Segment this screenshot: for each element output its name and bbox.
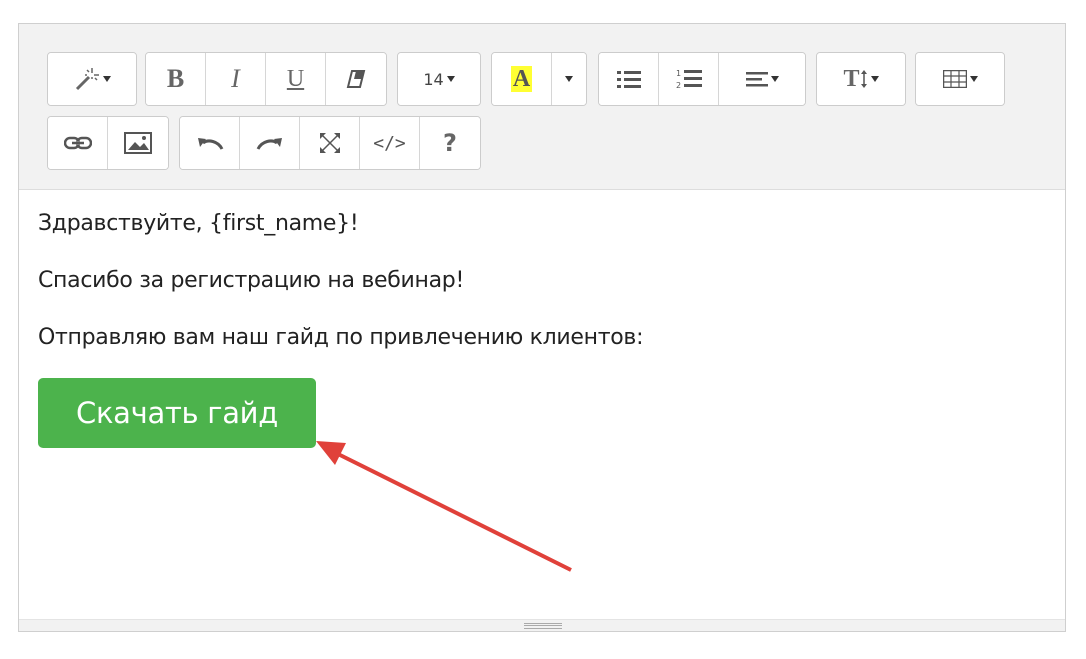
help-icon: ? <box>443 129 457 157</box>
code-view-button[interactable]: </> <box>360 117 420 169</box>
ordered-list-button[interactable]: 1 2 <box>659 53 719 105</box>
font-color-button[interactable]: A <box>492 53 552 105</box>
numbered-list-icon: 1 2 <box>676 69 702 90</box>
underline-icon: U <box>286 65 305 92</box>
table-icon <box>942 70 967 88</box>
svg-text:1: 1 <box>676 69 681 78</box>
greeting-text: Здравствуйте, {first_name}! <box>38 211 359 236</box>
image-icon <box>124 132 152 154</box>
align-left-icon <box>745 72 768 87</box>
code-icon: </> <box>373 132 406 154</box>
fullscreen-button[interactable] <box>300 117 360 169</box>
resize-grip-icon[interactable] <box>524 623 562 629</box>
unordered-list-button[interactable] <box>599 53 659 105</box>
redo-icon <box>256 138 282 150</box>
help-button[interactable]: ? <box>420 117 480 169</box>
editor-content-area[interactable]: Здравствуйте, {first_name}! Спасибо за р… <box>19 191 1065 619</box>
redo-button[interactable] <box>240 117 300 169</box>
thanks-text: Спасибо за регистрацию на вебинар! <box>38 268 464 293</box>
font-style-group: B I U <box>145 52 387 106</box>
editor-resize-bar[interactable] <box>19 619 1065 631</box>
rich-text-editor: B I U 14 A 1 2 T </> ? Здравствуйте, {fi… <box>18 23 1066 632</box>
table-dropdown[interactable] <box>916 53 1004 105</box>
eraser-icon <box>346 70 366 88</box>
undo-button[interactable] <box>180 117 240 169</box>
magic-wand-style-button[interactable] <box>48 53 136 105</box>
chevron-down-icon <box>969 76 978 82</box>
vertical-arrows-icon <box>860 70 867 88</box>
underline-button[interactable]: U <box>266 53 326 105</box>
chevron-down-icon <box>565 76 573 82</box>
text-height-group: T <box>816 52 906 106</box>
chevron-down-icon <box>870 76 879 82</box>
align-dropdown[interactable] <box>719 53 805 105</box>
font-color-dropdown[interactable] <box>552 53 586 105</box>
fullscreen-icon <box>319 133 340 153</box>
italic-button[interactable]: I <box>206 53 266 105</box>
bullet-list-icon <box>616 71 641 88</box>
bold-icon: B <box>166 64 185 93</box>
color-group: A <box>491 52 587 106</box>
style-group <box>47 52 137 106</box>
text-height-icon: T <box>843 65 860 92</box>
link-icon <box>63 136 92 150</box>
chevron-down-icon <box>770 76 779 82</box>
paragraph-group: 1 2 <box>598 52 806 106</box>
magic-wand-icon <box>75 68 99 91</box>
undo-icon <box>197 138 223 150</box>
svg-text:2: 2 <box>676 81 681 90</box>
bold-button[interactable]: B <box>146 53 206 105</box>
insert-image-button[interactable] <box>108 117 168 169</box>
history-group: </> ? <box>179 116 481 170</box>
chevron-down-icon <box>446 76 455 82</box>
editor-toolbar: B I U 14 A 1 2 T </> ? <box>19 24 1065 190</box>
chevron-down-icon <box>102 76 111 82</box>
font-size-value: 14 <box>423 69 444 89</box>
font-color-icon: A <box>510 66 533 92</box>
download-guide-button[interactable]: Скачать гайд <box>38 378 316 448</box>
clear-format-button[interactable] <box>326 53 386 105</box>
guide-text: Отправляю вам наш гайд по привлечению кл… <box>38 325 644 350</box>
line-height-dropdown[interactable]: T <box>817 53 905 105</box>
font-size-dropdown[interactable]: 14 <box>398 53 480 105</box>
insert-group <box>47 116 169 170</box>
table-group <box>915 52 1005 106</box>
italic-icon: I <box>231 64 240 93</box>
insert-link-button[interactable] <box>48 117 108 169</box>
font-size-group: 14 <box>397 52 481 106</box>
